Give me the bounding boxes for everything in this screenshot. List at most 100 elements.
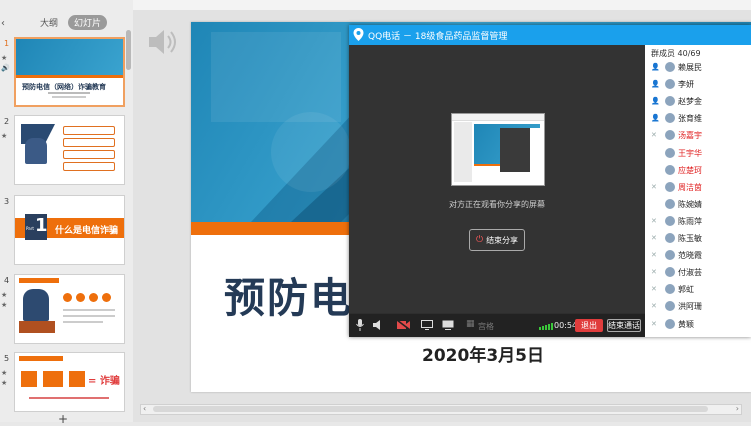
member-row[interactable]: 应楚珂 [645,163,751,179]
end-call-button[interactable]: 结束通话 [607,319,641,332]
mic-muted-icon: ✕ [651,319,657,328]
thumb-list-item [63,162,115,171]
member-row[interactable]: 王宇华 [645,146,751,162]
member-name: 郭虹 [678,285,694,295]
scroll-right-icon[interactable]: › [736,404,739,413]
preview-ribbon [452,114,544,121]
preview-thumbs [454,122,472,182]
slide-date[interactable]: 2020年3月5日 [422,341,544,366]
police-figure-icon [23,289,49,321]
collapse-panel-icon[interactable]: ‹ [1,18,5,29]
scroll-left-icon[interactable]: ‹ [143,404,146,413]
member-row[interactable]: ✕ 黄颖 [645,317,751,333]
thumb-list-item [63,150,115,159]
avatar [665,318,675,329]
thumb-dot-icon [89,293,98,302]
slide-thumbnail-1[interactable]: 预防电信（网络）诈骗教育 [14,37,125,107]
slide-thumbnail-2[interactable] [14,115,125,185]
scrollbar-thumb[interactable] [153,406,708,412]
grid-view-icon[interactable]: ▦ [466,319,475,329]
part-number: 1 [35,215,48,236]
signal-strength-icon [539,323,553,330]
camera-off-icon[interactable] [397,320,410,330]
tab-slides[interactable]: 幻灯片 [68,15,108,30]
member-name: 赖展民 [678,63,702,72]
avatar [665,198,675,209]
mic-muted-icon: ✕ [651,268,657,277]
slide-thumbnail-5[interactable]: = 诈骗 [14,352,125,412]
thumb-dot-icon [63,293,72,302]
member-row[interactable]: ✕ 陈玉敏 [645,231,751,247]
avatar [665,113,675,124]
stop-share-button[interactable]: ⏻ 结束分享 [469,229,525,251]
avatar [665,233,675,243]
thumb-list-item [63,138,115,147]
member-row[interactable]: ✕ 郭虹 [645,282,751,298]
thumb-dot-icon [76,293,85,302]
member-row[interactable]: 👤 赵梦金 [645,94,751,110]
user-icon: 👤 [651,80,660,89]
member-row[interactable]: ✕ 付淑芸 [645,265,751,281]
thumb-box [69,371,85,387]
thumb-subtitle-line [52,96,86,98]
thumb-header-bar [19,356,63,361]
share-screen-icon[interactable] [421,320,433,330]
qq-titlebar[interactable]: QQ电话 － 18级食品药品监督管理 [349,25,751,45]
thumb-title: 预防电信（网络）诈骗教育 [22,83,106,91]
member-list-panel: 群成员 40/69 👤 赖展民 👤 李妍 👤 赵梦金 👤 张育维 ✕ 汤嘉宇 王宇华 应楚珂 ✕ 周洁茵陈… [645,45,751,337]
slide-number: 1 [4,39,10,48]
user-icon: 👤 [651,97,660,106]
avatar [665,79,675,90]
slide-thumbnail-3[interactable]: Part 1 什么是电信诈骗 [14,195,125,265]
volume-icon[interactable] [373,320,383,330]
member-row[interactable]: ✕ 范晓霞 [645,248,751,264]
tab-outline[interactable]: 大纲 [36,15,62,30]
member-row[interactable]: ✕ 陈雨萍 [645,214,751,230]
add-slide-icon[interactable]: + [58,412,68,426]
member-name: 应楚珂 [678,165,702,175]
thumb-text-line [63,309,115,311]
member-row[interactable]: ✕ 周洁茵 [645,180,751,196]
thumb-desk-shape [19,321,55,333]
member-row[interactable]: ✕ 汤嘉宇 [645,128,751,144]
member-name: 李妍 [678,80,694,90]
user-icon: 👤 [651,63,660,71]
stop-share-label: 结束分享 [486,235,519,245]
avatar [665,250,675,261]
member-row[interactable]: 👤 赖展民 [645,60,751,76]
whiteboard-icon[interactable] [442,320,454,330]
mic-muted-icon: ✕ [651,302,657,311]
avatar [665,181,675,192]
grid-view-label[interactable]: 宫格 [478,321,494,332]
slide-number: 4 [4,276,10,285]
part-label: Part [26,226,34,231]
slide-thumbnail-4[interactable] [14,274,125,344]
thumb-box [21,371,37,387]
microphone-icon[interactable] [356,319,364,331]
call-timer: 00:54 [554,321,578,330]
avatar [665,130,675,141]
thumb-equation: = 诈骗 [88,376,120,387]
horizontal-scrollbar[interactable]: ‹ › [140,404,742,415]
slide-thumbnail-row: 4 ★ ★ [0,274,128,344]
member-row[interactable]: 陈婉婧 [645,197,751,213]
member-name: 赵梦金 [678,97,702,107]
member-row[interactable]: ✕ 洪阿珊 [645,299,751,315]
avatar [665,267,675,278]
location-pin-icon [353,28,364,41]
avatar [665,164,675,175]
member-row[interactable]: 👤 李妍 [645,77,751,93]
avatar [665,215,675,226]
mic-muted-icon: ✕ [651,131,657,140]
slide-thumbnail-row: 3 Part 1 什么是电信诈骗 [0,195,128,265]
animation-marker-icon: ★ 🔊 [1,54,10,72]
thumb-text-line [63,315,115,317]
member-row[interactable]: 👤 张育维 [645,111,751,127]
mic-muted-icon: ✕ [651,182,657,191]
exit-button[interactable]: 退出 [575,319,603,332]
part-badge: Part 1 [25,214,48,240]
member-name: 付淑芸 [678,268,702,278]
animation-marker-icon: ★ ★ [1,369,8,387]
slide-number: 5 [4,354,10,363]
audio-speaker-icon[interactable] [146,26,182,58]
